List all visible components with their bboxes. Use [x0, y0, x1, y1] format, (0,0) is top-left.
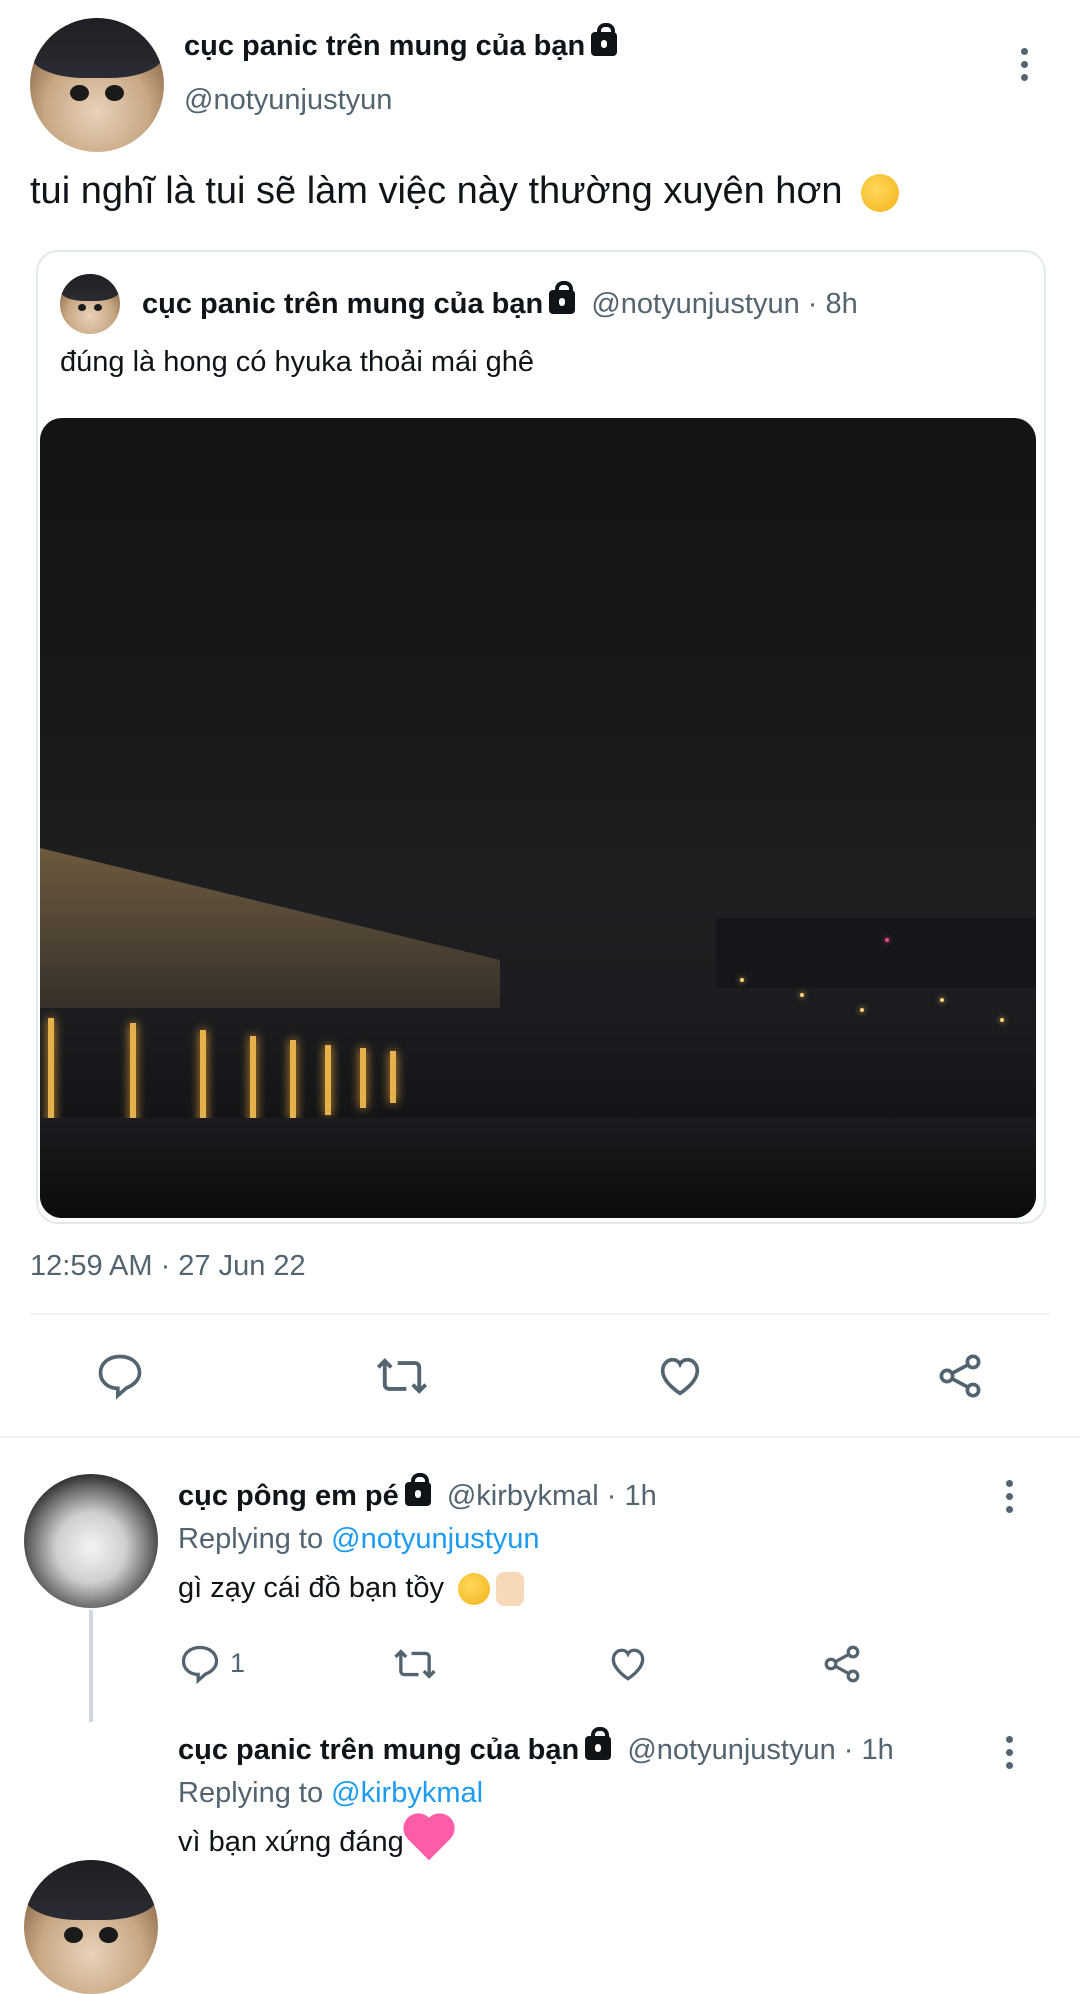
- share-icon[interactable]: [934, 1350, 986, 1402]
- quoted-display-name: cục panic trên mung của bạn: [142, 288, 544, 320]
- lock-icon: [404, 1473, 431, 1507]
- quoted-avatar: [60, 274, 120, 334]
- reply1-replying-line: Replying to @notyunjustyun: [178, 1523, 540, 1556]
- like-icon[interactable]: [654, 1350, 706, 1402]
- reply1-handle[interactable]: @kirbykmal: [447, 1480, 599, 1512]
- quoted-age: · 8h: [807, 288, 858, 320]
- reply2-display-name[interactable]: cục panic trên mung của bạn: [178, 1734, 579, 1766]
- retweet-icon[interactable]: [374, 1350, 430, 1402]
- reply1-text-row: gì zạy cái đồ bạn tồy: [178, 1572, 525, 1607]
- heart-with-arrow-emoji-icon: [407, 1818, 451, 1861]
- reply2-author-line: cục panic trên mung của bạn @notyunjusty…: [178, 1727, 894, 1767]
- main-avatar[interactable]: [30, 18, 164, 152]
- lock-icon: [585, 1727, 612, 1761]
- reply1-age: · 1h: [606, 1480, 657, 1512]
- divider: [0, 1436, 1080, 1438]
- main-tweet-text-row: tui nghĩ là tui sẽ làm việc này thường x…: [30, 170, 900, 213]
- more-icon[interactable]: [1006, 1480, 1014, 1519]
- reply2-text-row: vì bạn xứng đáng: [178, 1818, 451, 1861]
- reply2-avatar[interactable]: [24, 1860, 158, 1994]
- lock-icon: [549, 281, 576, 315]
- reply2-age: · 1h: [843, 1734, 894, 1766]
- quoted-tweet-card[interactable]: cục panic trên mung của bạn @notyunjusty…: [36, 250, 1046, 1224]
- replying-to-label: Replying to: [178, 1523, 324, 1555]
- quoted-photo[interactable]: [40, 418, 1036, 1218]
- more-icon[interactable]: [1021, 48, 1029, 87]
- thread-connector: [89, 1610, 93, 1722]
- main-author-line: cục panic trên mung của bạn: [184, 23, 618, 63]
- quoted-handle: @notyunjustyun: [591, 288, 800, 320]
- reply1-display-name[interactable]: cục pông em pé: [178, 1480, 399, 1512]
- reply1-text: gì zạy cái đồ bạn tồy: [178, 1572, 444, 1604]
- reply1-avatar[interactable]: [24, 1474, 158, 1608]
- more-icon[interactable]: [1006, 1736, 1014, 1775]
- main-timestamp[interactable]: 12:59 AM · 27 Jun 22: [30, 1250, 306, 1283]
- pensive-face-emoji-icon: [458, 1573, 491, 1606]
- main-tweet-text: tui nghĩ là tui sẽ làm việc này thường x…: [30, 170, 843, 212]
- main-handle[interactable]: @notyunjustyun: [184, 84, 392, 117]
- like-icon[interactable]: [606, 1642, 650, 1686]
- reply-icon[interactable]: [94, 1350, 146, 1402]
- share-icon[interactable]: [820, 1642, 864, 1686]
- replying-to-link[interactable]: @notyunjustyun: [331, 1523, 539, 1555]
- reply1-reply-count: 1: [230, 1648, 246, 1678]
- reply2-replying-line: Replying to @kirbykmal: [178, 1777, 483, 1810]
- replying-to-link[interactable]: @kirbykmal: [331, 1777, 483, 1809]
- quoted-text: đúng là hong có hyuka thoải mái ghê: [60, 346, 535, 378]
- replying-to-label: Replying to: [178, 1777, 324, 1809]
- divider: [30, 1313, 1050, 1315]
- main-display-name[interactable]: cục panic trên mung của bạn: [184, 30, 585, 62]
- reply1-author-line: cục pông em pé @kirbykmal · 1h: [178, 1473, 657, 1513]
- shushing-face-emoji-icon: [861, 173, 900, 212]
- reply-icon[interactable]: [178, 1642, 222, 1686]
- quoted-author-line: cục panic trên mung của bạn @notyunjusty…: [142, 281, 858, 321]
- lock-icon: [591, 23, 618, 57]
- retweet-icon[interactable]: [392, 1642, 438, 1686]
- thumbs-down-emoji-icon: [496, 1572, 525, 1607]
- reply2-text: vì bạn xứng đáng: [178, 1826, 404, 1858]
- reply2-handle[interactable]: @notyunjustyun: [627, 1734, 835, 1766]
